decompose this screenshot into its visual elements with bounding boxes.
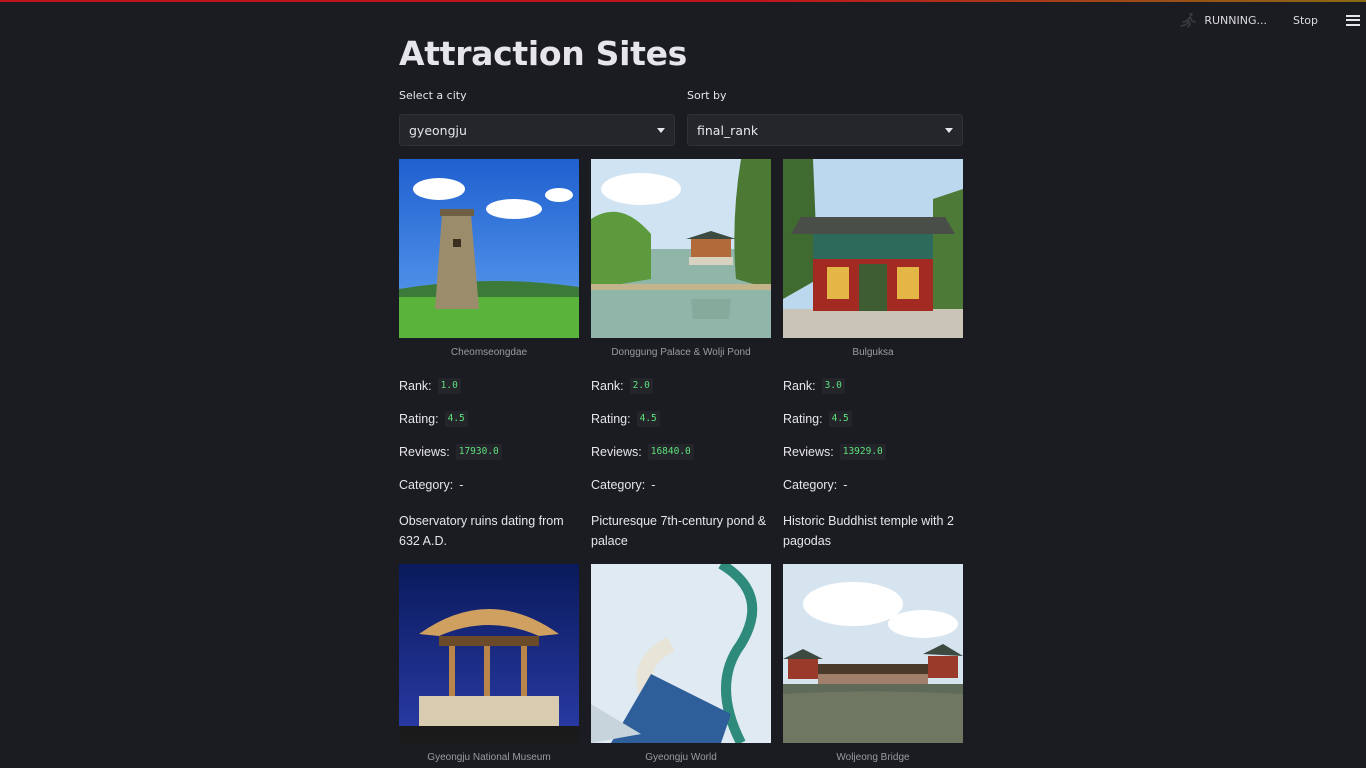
rank-row: Rank: 1.0	[399, 378, 579, 394]
reviews-value: 13929.0	[839, 444, 886, 460]
sort-select-value: final_rank	[697, 122, 759, 138]
reviews-label: Reviews:	[783, 445, 834, 459]
site-photo	[591, 159, 771, 338]
reviews-row: Reviews: 13929.0	[783, 444, 963, 460]
city-select-label: Select a city	[399, 89, 467, 102]
sort-filter: Sort by final_rank	[687, 88, 963, 146]
rank-value: 1.0	[437, 378, 461, 394]
reviews-row: Reviews: 16840.0	[591, 444, 771, 460]
chevron-down-icon	[657, 127, 665, 133]
running-figure-icon	[1180, 12, 1197, 28]
rating-label: Rating:	[399, 412, 439, 426]
rank-label: Rank:	[399, 379, 432, 393]
rating-row: Rating: 4.5	[591, 411, 771, 427]
reviews-row: Reviews: 17930.0	[399, 444, 579, 460]
rating-value: 4.5	[444, 411, 468, 427]
rating-label: Rating:	[783, 412, 823, 426]
reviews-label: Reviews:	[399, 445, 450, 459]
city-select-value: gyeongju	[409, 122, 467, 138]
app-status: RUNNING... Stop	[1178, 12, 1366, 28]
reviews-value: 16840.0	[647, 444, 694, 460]
reviews-label: Reviews:	[591, 445, 642, 459]
site-card: Gyeongju National Museum	[399, 564, 579, 765]
site-card: Bulguksa Rank: 3.0 Rating: 4.5 Reviews: 139…	[783, 159, 963, 551]
rank-label: Rank:	[591, 379, 624, 393]
rating-value: 4.5	[828, 411, 852, 427]
progress-line	[0, 0, 1366, 2]
sort-select[interactable]: final_rank	[687, 114, 963, 146]
category-row: Category: -	[591, 478, 771, 492]
site-card: Cheomseongdae Rank: 1.0 Rating: 4.5 Review…	[399, 159, 579, 551]
category-row: Category: -	[399, 478, 579, 492]
rating-value: 4.5	[636, 411, 660, 427]
site-photo	[591, 564, 771, 743]
site-caption: Donggung Palace & Wolji Pond	[611, 347, 751, 358]
category-value: -	[843, 478, 848, 492]
site-caption: Bulguksa	[852, 347, 894, 358]
sort-select-label: Sort by	[687, 89, 727, 102]
rank-label: Rank:	[783, 379, 816, 393]
category-label: Category:	[591, 478, 646, 492]
site-caption: Cheomseongdae	[450, 347, 528, 358]
site-caption: Woljeong Bridge	[836, 752, 910, 763]
stop-button[interactable]: Stop	[1293, 14, 1318, 27]
site-photo	[783, 564, 963, 743]
chevron-down-icon	[945, 127, 953, 133]
site-card: Donggung Palace & Wolji Pond Rank: 2.0 Ra…	[591, 159, 771, 551]
running-label: RUNNING...	[1204, 13, 1267, 27]
site-description: Observatory ruins dating from 632 A.D.	[399, 514, 564, 548]
rank-value: 2.0	[629, 378, 653, 394]
category-value: -	[459, 478, 464, 492]
hamburger-menu-icon[interactable]	[1346, 14, 1360, 26]
page-title: Attraction Sites	[399, 34, 688, 73]
site-description: Historic Buddhist temple with 2 pagodas	[783, 514, 954, 548]
rank-row: Rank: 3.0	[783, 378, 963, 394]
site-photo	[399, 159, 579, 338]
site-caption: Gyeongju World	[645, 752, 717, 763]
site-card: Gyeongju World	[591, 564, 771, 765]
rank-value: 3.0	[821, 378, 845, 394]
site-description: Picturesque 7th-century pond & palace	[591, 514, 767, 548]
city-filter: Select a city gyeongju	[399, 88, 675, 146]
reviews-value: 17930.0	[455, 444, 502, 460]
site-caption: Gyeongju National Museum	[427, 752, 551, 763]
city-select[interactable]: gyeongju	[399, 114, 675, 146]
category-label: Category:	[399, 478, 454, 492]
site-card: Woljeong Bridge	[783, 564, 963, 765]
site-photo	[399, 564, 579, 743]
rating-row: Rating: 4.5	[783, 411, 963, 427]
rating-label: Rating:	[591, 412, 631, 426]
category-row: Category: -	[783, 478, 963, 492]
rating-row: Rating: 4.5	[399, 411, 579, 427]
category-value: -	[651, 478, 656, 492]
category-label: Category:	[783, 478, 838, 492]
rank-row: Rank: 2.0	[591, 378, 771, 394]
site-photo	[783, 159, 963, 338]
